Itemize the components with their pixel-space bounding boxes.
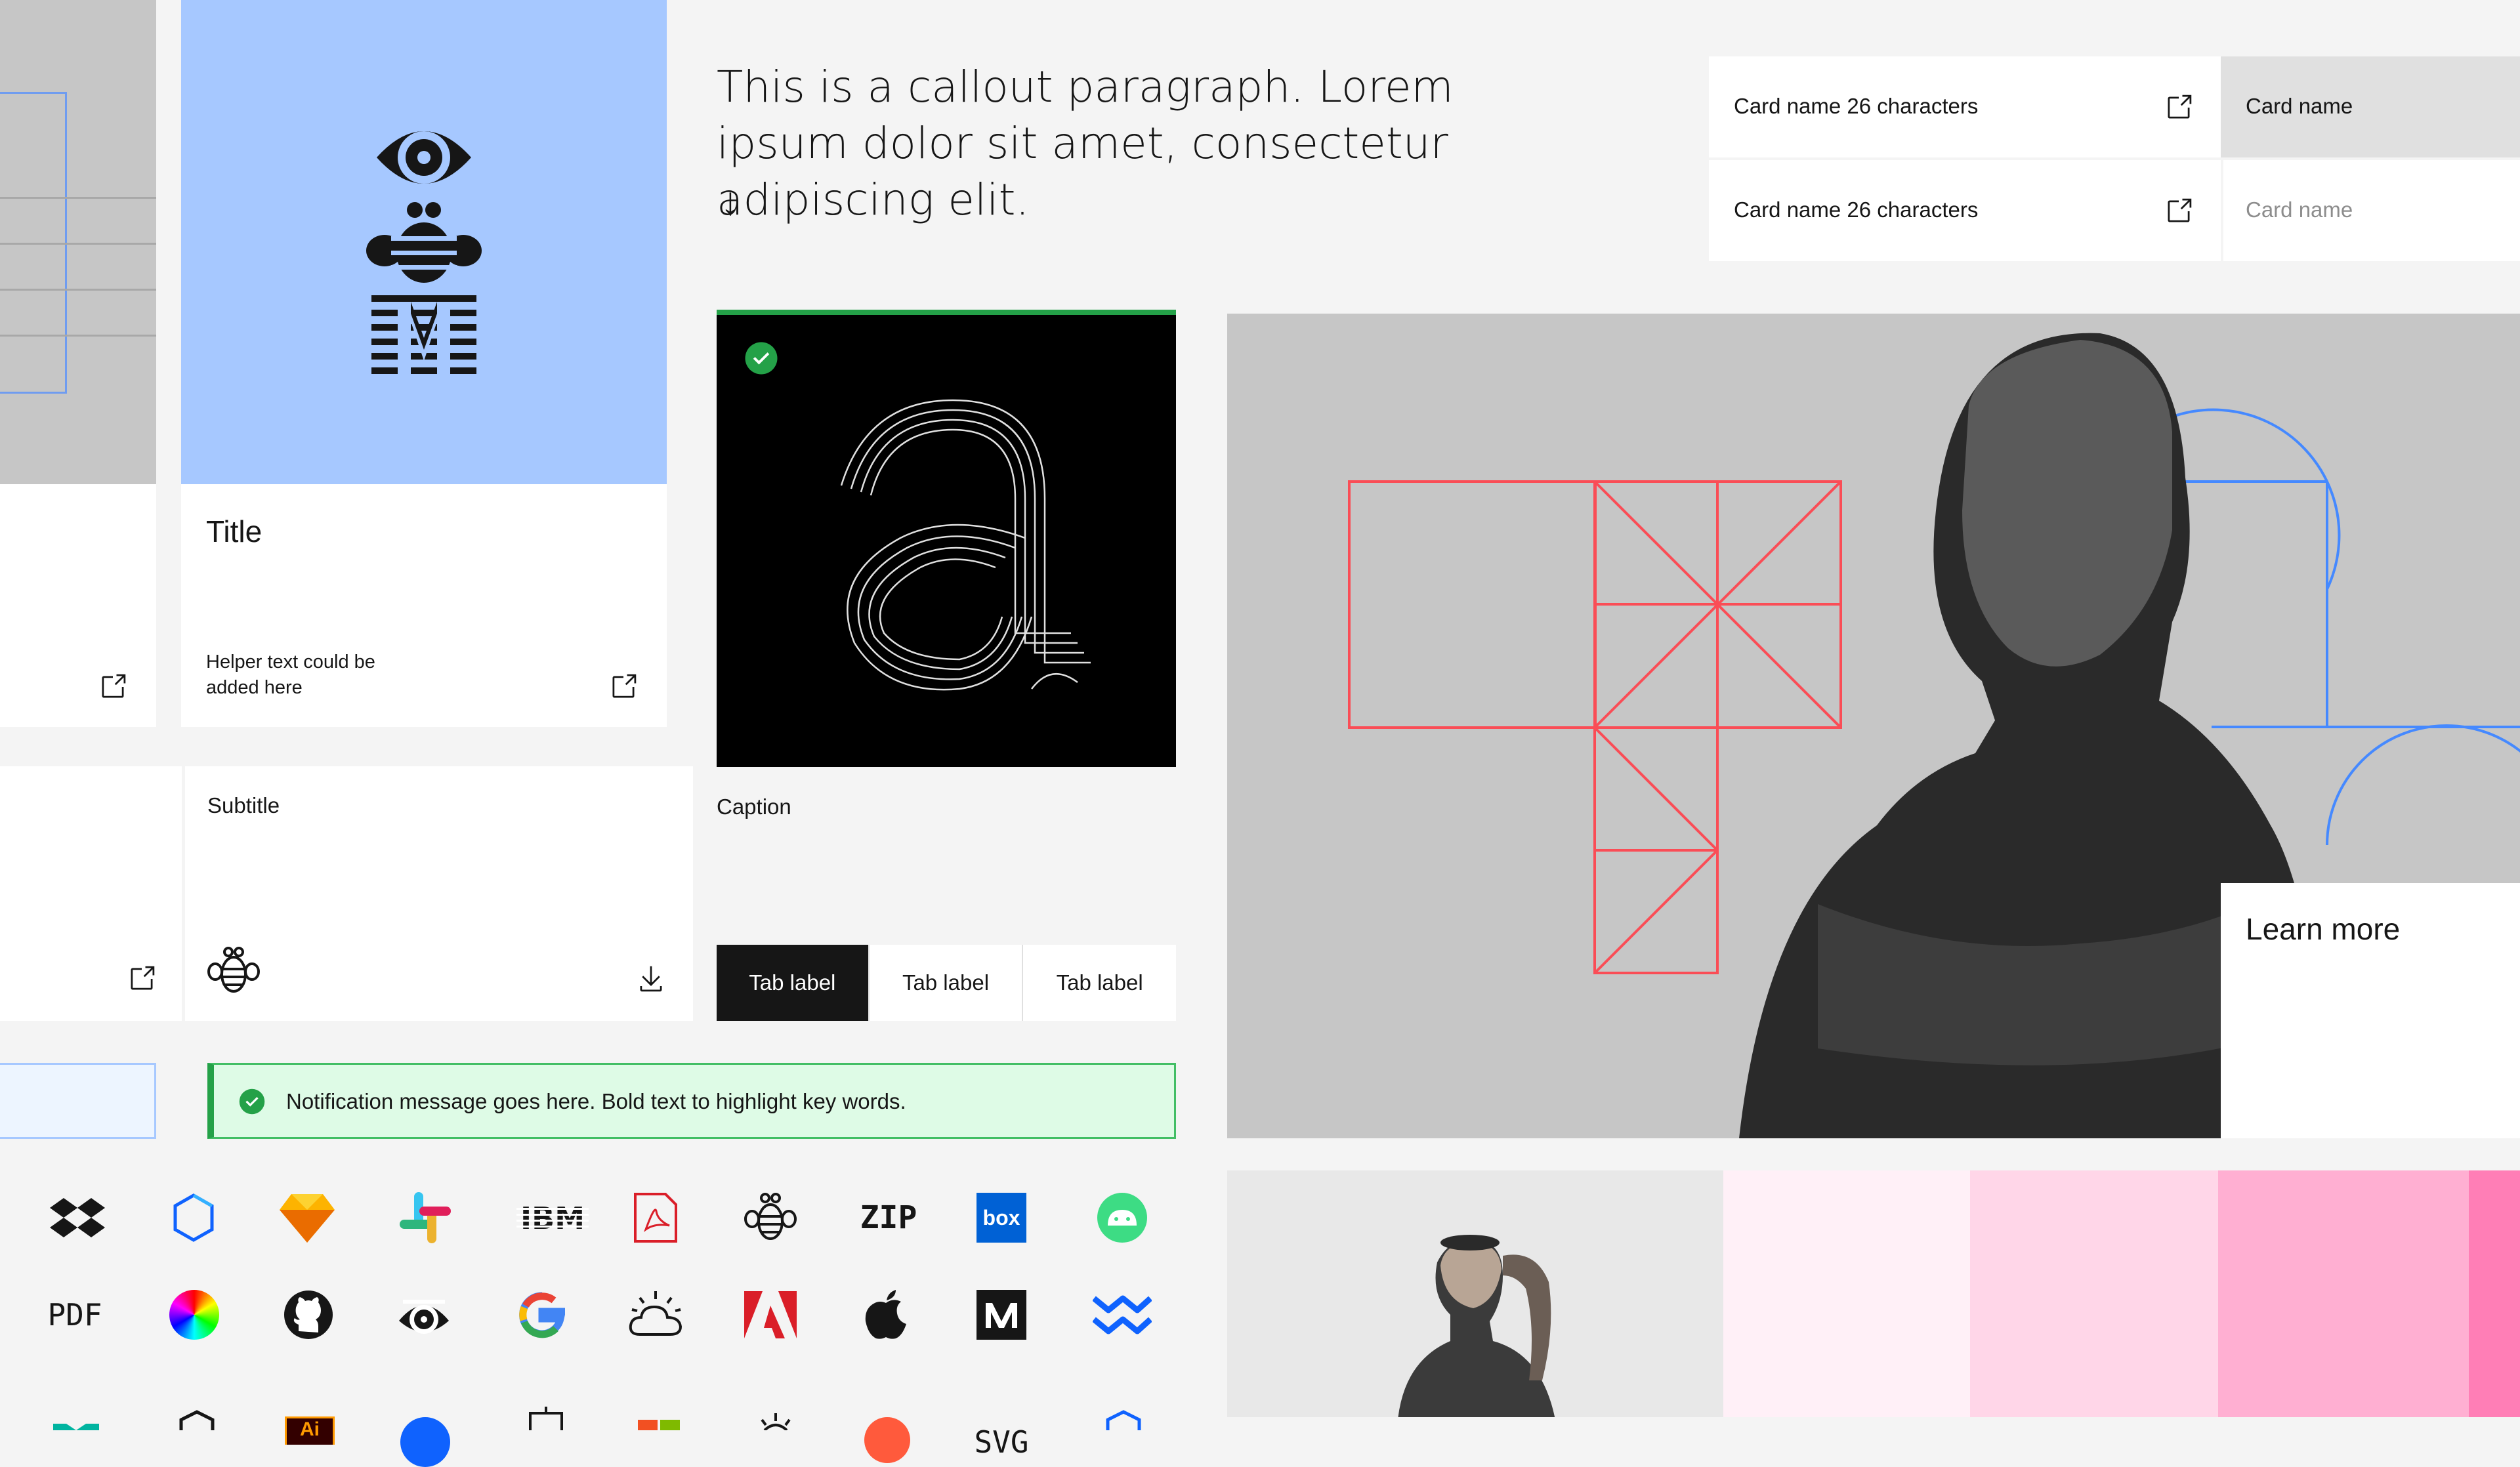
ibm-cloud-pak-logo (154, 1178, 233, 1257)
launch-icon[interactable] (98, 672, 127, 701)
tab-1[interactable]: Tab label (717, 945, 870, 1021)
ibm-logo: IBM (513, 1178, 592, 1257)
card-title: Title (206, 514, 262, 548)
sketch-logo (268, 1178, 346, 1257)
card-list-item[interactable]: Card name 26 characters (1709, 56, 2221, 157)
launch-icon[interactable] (609, 672, 638, 701)
portrait-image (1227, 1170, 1723, 1417)
launch-icon (2168, 94, 2192, 119)
svg-text: SVG (974, 1424, 1029, 1460)
bee-icon (207, 947, 260, 993)
image-caption: Caption (717, 795, 791, 819)
eye-icon (385, 1275, 463, 1354)
card-name: Card name (2246, 197, 2353, 222)
partial-logo (848, 1378, 927, 1463)
partial-logo (1084, 1378, 1163, 1457)
bee-icon (731, 1178, 810, 1257)
partial-logo (158, 1378, 236, 1457)
dropbox-logo (38, 1178, 117, 1257)
zip-text: ZIP (860, 1199, 917, 1236)
color-swatch-2 (1970, 1170, 2218, 1417)
helper-text: Helper text could be added here (206, 651, 375, 698)
tab-label: Tab label (902, 970, 990, 995)
card-name: Card name (2246, 94, 2353, 118)
cloud-weather-icon (617, 1275, 696, 1354)
card-name: Card name 26 characters (1734, 94, 1979, 118)
partial-logo (37, 1378, 116, 1457)
eye-bee-m-logo (366, 118, 482, 375)
pdf-icon: PDF (35, 1275, 114, 1354)
pdf-text: PDF (47, 1297, 102, 1333)
title-card[interactable]: Title Helper text could be added here (181, 0, 667, 727)
github-logo (269, 1275, 348, 1354)
partial-logo (736, 1378, 815, 1457)
confluence-logo (1083, 1275, 1162, 1354)
tab-2[interactable]: Tab label (870, 945, 1024, 1021)
grid-line (0, 289, 156, 291)
launch-icon[interactable] (127, 964, 156, 993)
card-subtitle: Subtitle (207, 793, 280, 817)
title-card-image (181, 0, 667, 484)
grid-line (0, 335, 156, 337)
download-icon[interactable] (637, 964, 665, 993)
color-swatch-3 (2218, 1170, 2469, 1417)
pdf-acrobat-logo (616, 1178, 694, 1257)
partial-logo: Ai (270, 1378, 349, 1457)
color-palette-logo (155, 1275, 234, 1354)
partial-logo (386, 1378, 465, 1467)
partial-image-card (0, 0, 156, 484)
card-name: Card name 26 characters (1734, 197, 1979, 222)
card-name-tile-selected[interactable]: Card name (2221, 56, 2520, 157)
partial-card-body (0, 484, 156, 727)
medium-logo (962, 1275, 1041, 1354)
ibm-text: IBM (520, 1201, 585, 1234)
grid-line (0, 197, 156, 199)
partial-input-field[interactable] (0, 1063, 156, 1139)
tabs: Tab label Tab label Tab label (717, 945, 1176, 1021)
letter-a-artwork (840, 399, 1091, 691)
selectable-image-tile[interactable] (717, 310, 1176, 767)
launch-icon (2168, 198, 2192, 222)
apple-logo (847, 1275, 925, 1354)
partial-logo (507, 1378, 585, 1457)
ai-text: Ai (300, 1418, 320, 1440)
adobe-logo (731, 1275, 810, 1354)
zip-icon: ZIP (849, 1178, 928, 1257)
subtitle-card[interactable]: Subtitle (185, 766, 693, 1021)
callout-paragraph: This is a callout paragraph. Lorem ipsum… (717, 62, 1454, 225)
android-logo (1083, 1178, 1162, 1257)
box-text: box (982, 1205, 1020, 1229)
arrow-down-icon[interactable]: ↓ (721, 178, 740, 224)
title-card-body: Title Helper text could be added here (181, 484, 667, 727)
grid-line (0, 243, 156, 245)
inline-notification: Notification message goes here. Bold tex… (207, 1063, 1176, 1139)
tab-label: Tab label (1056, 970, 1143, 995)
slack-logo (386, 1178, 465, 1257)
color-swatch-4 (2469, 1170, 2520, 1417)
card-name-tile-disabled: Card name (2223, 160, 2520, 261)
learn-more-link[interactable]: Learn more (2246, 911, 2400, 947)
partial-logo (620, 1378, 698, 1457)
card-list-item[interactable]: Card name 26 characters (1709, 160, 2221, 261)
box-logo: box (962, 1178, 1041, 1257)
google-logo (503, 1275, 581, 1354)
checkmark-filled-icon (239, 1088, 265, 1115)
color-swatch-1 (1723, 1170, 1970, 1417)
learn-more-card[interactable]: Learn more (2221, 883, 2520, 1138)
tab-3[interactable]: Tab label (1023, 945, 1176, 1021)
man-silhouette (1398, 1235, 1555, 1417)
partial-logo: SVG (962, 1378, 1041, 1460)
tab-label: Tab label (749, 970, 836, 995)
checkmark-filled-icon (745, 342, 778, 375)
notification-message: Notification message goes here. Bold tex… (286, 1089, 906, 1113)
